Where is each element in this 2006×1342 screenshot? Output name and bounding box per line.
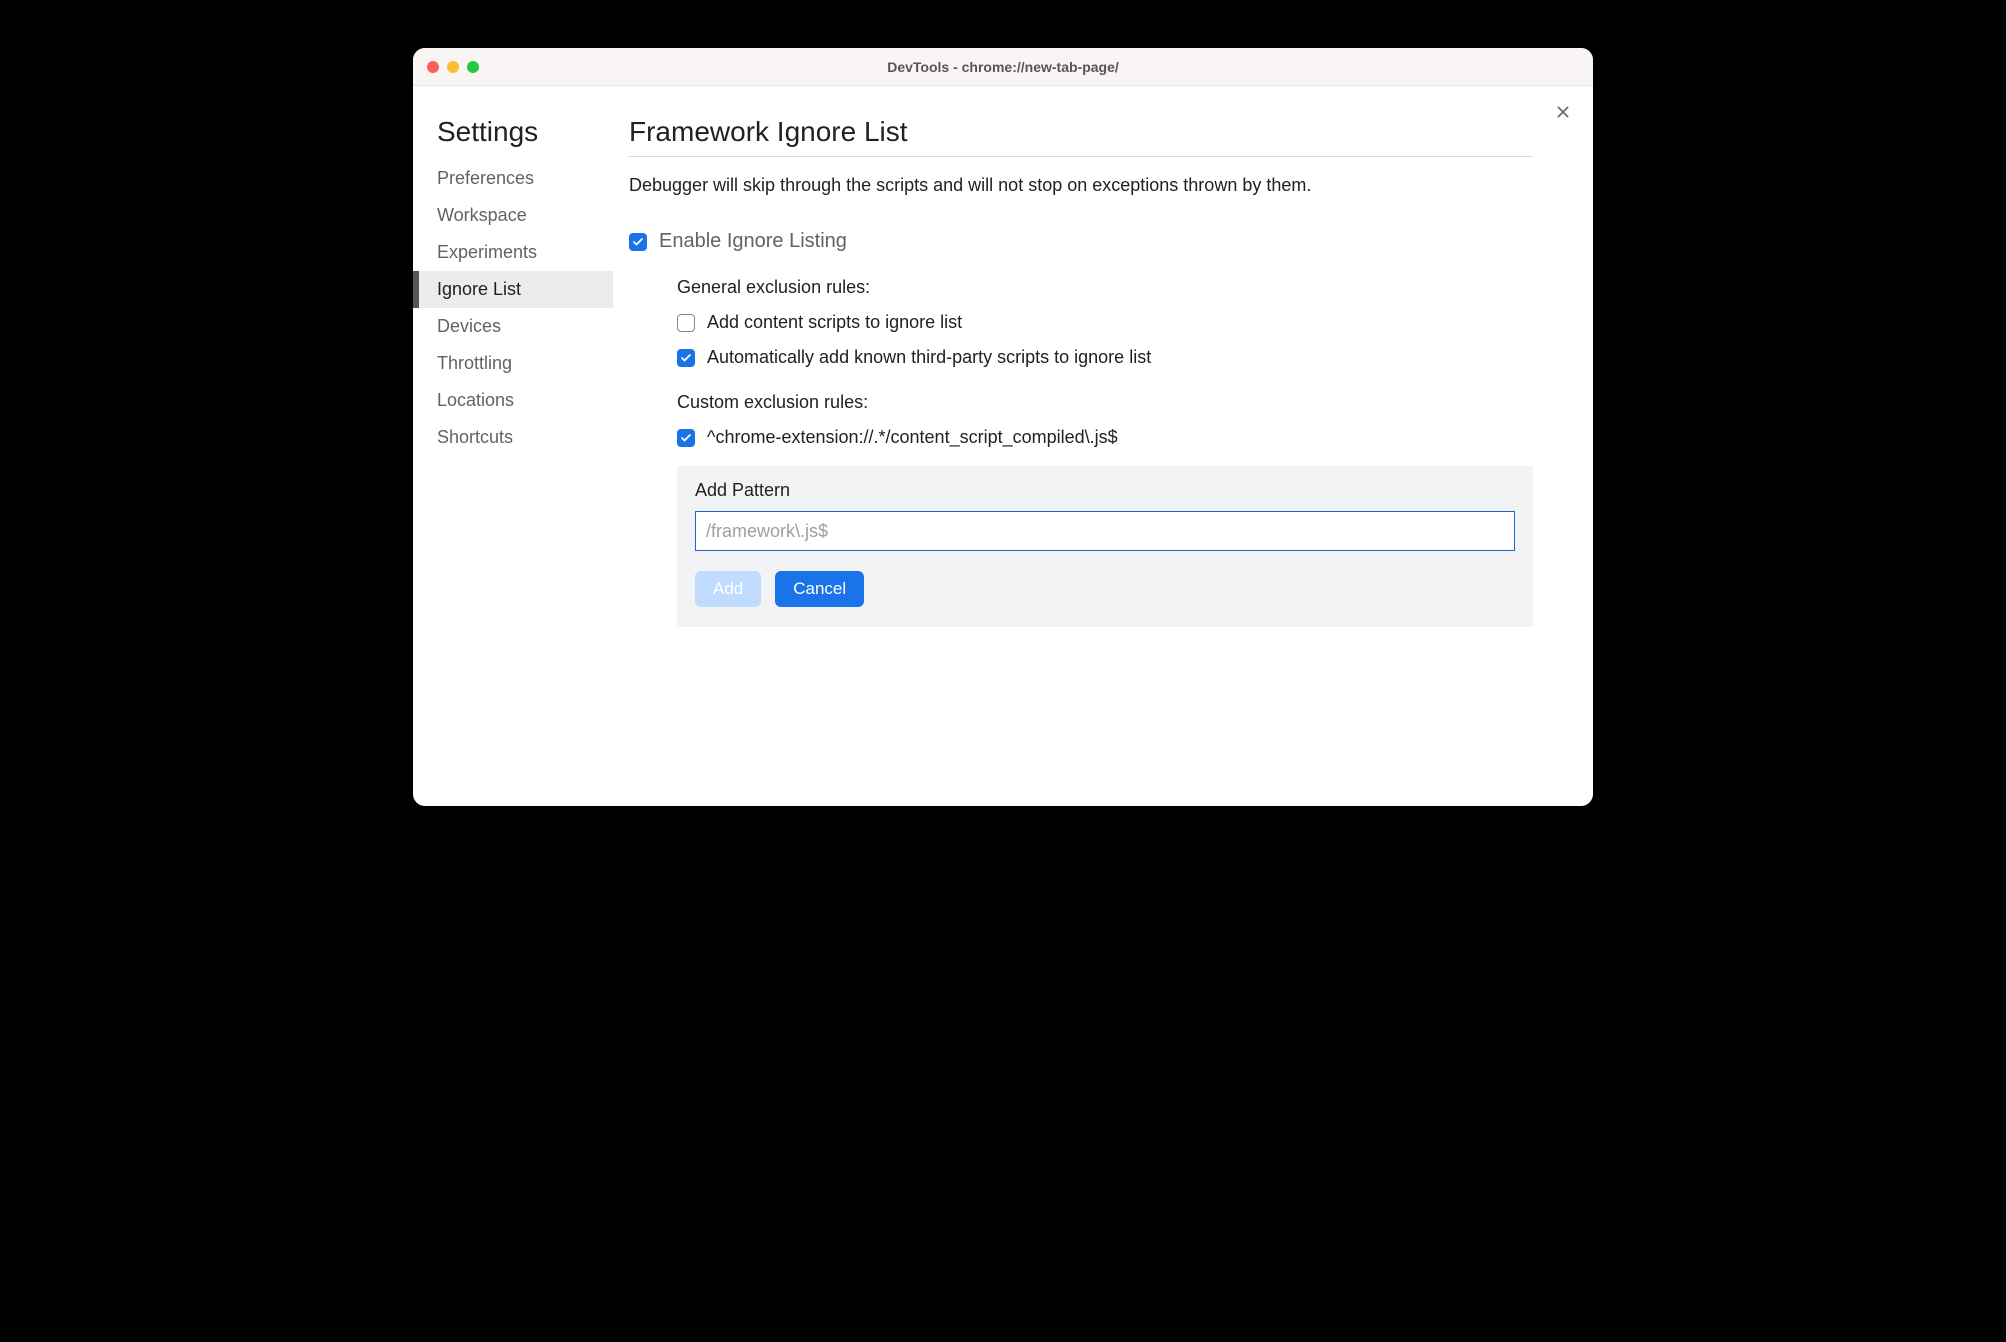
window-minimize-icon[interactable] [447,61,459,73]
add-pattern-label: Add Pattern [695,480,1515,501]
close-icon[interactable] [1551,100,1575,124]
traffic-lights [413,61,479,73]
auto-third-party-label: Automatically add known third-party scri… [707,347,1151,368]
add-button[interactable]: Add [695,571,761,607]
general-exclusion-label: General exclusion rules: [677,277,1533,298]
custom-rule-label: ^chrome-extension://.*/content_script_co… [707,427,1118,448]
titlebar: DevTools - chrome://new-tab-page/ [413,48,1593,86]
sidebar-item-label: Devices [437,316,501,336]
custom-exclusion-label: Custom exclusion rules: [677,392,1533,413]
window-close-icon[interactable] [427,61,439,73]
page-description: Debugger will skip through the scripts a… [629,175,1533,196]
sidebar-item-devices[interactable]: Devices [413,308,613,345]
sidebar-item-label: Ignore List [437,279,521,299]
sidebar-item-label: Workspace [437,205,527,225]
sidebar-item-experiments[interactable]: Experiments [413,234,613,271]
sidebar-item-label: Shortcuts [437,427,513,447]
enable-ignore-listing-checkbox[interactable] [629,233,647,251]
sidebar-item-shortcuts[interactable]: Shortcuts [413,419,613,456]
pattern-input[interactable] [695,511,1515,551]
sidebar-item-label: Experiments [437,242,537,262]
settings-sidebar: Settings Preferences Workspace Experimen… [413,86,613,806]
sidebar-item-workspace[interactable]: Workspace [413,197,613,234]
add-content-scripts-label: Add content scripts to ignore list [707,312,962,333]
auto-third-party-checkbox[interactable] [677,349,695,367]
window-title: DevTools - chrome://new-tab-page/ [413,59,1593,75]
sidebar-title: Settings [413,116,613,160]
window-zoom-icon[interactable] [467,61,479,73]
enable-ignore-listing-label: Enable Ignore Listing [659,230,847,253]
cancel-button[interactable]: Cancel [775,571,864,607]
add-pattern-buttons: Add Cancel [695,571,1515,607]
devtools-settings-window: DevTools - chrome://new-tab-page/ Settin… [413,48,1593,806]
sidebar-item-label: Locations [437,390,514,410]
custom-rule-checkbox[interactable] [677,429,695,447]
settings-main: Framework Ignore List Debugger will skip… [613,86,1573,806]
sidebar-item-locations[interactable]: Locations [413,382,613,419]
sidebar-item-ignore-list[interactable]: Ignore List [413,271,613,308]
sidebar-item-label: Throttling [437,353,512,373]
add-pattern-panel: Add Pattern Add Cancel [677,466,1533,627]
general-rule-row: Automatically add known third-party scri… [677,347,1533,368]
sidebar-item-throttling[interactable]: Throttling [413,345,613,382]
general-rule-row: Add content scripts to ignore list [677,312,1533,333]
enable-ignore-listing-row: Enable Ignore Listing [629,230,1533,253]
add-content-scripts-checkbox[interactable] [677,314,695,332]
sidebar-item-label: Preferences [437,168,534,188]
custom-rule-row: ^chrome-extension://.*/content_script_co… [677,427,1533,448]
page-title: Framework Ignore List [629,116,1533,148]
divider [629,156,1533,157]
sidebar-item-preferences[interactable]: Preferences [413,160,613,197]
